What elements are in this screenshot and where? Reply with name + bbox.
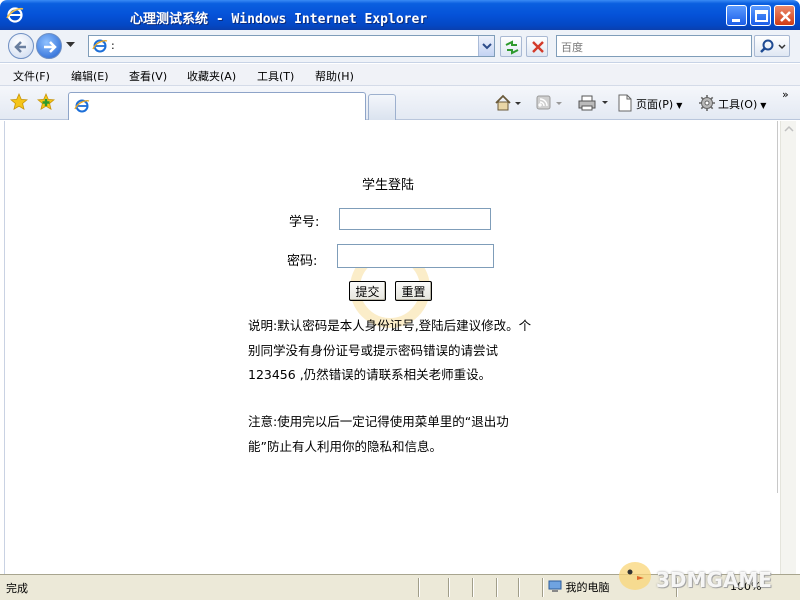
status-divider	[518, 578, 519, 597]
menu-file[interactable]: 文件(F)	[13, 68, 50, 84]
tab-command-bar: 页面(P) ▼ 工具(O) ▼ »	[0, 86, 800, 120]
maximize-button[interactable]	[750, 5, 771, 26]
tab-current[interactable]	[68, 92, 366, 120]
search-button[interactable]	[754, 35, 790, 57]
status-divider	[418, 578, 419, 597]
tools-menu-label: 工具(O)	[718, 98, 758, 111]
menu-edit[interactable]: 编辑(E)	[71, 68, 109, 84]
print-icon[interactable]	[578, 94, 610, 112]
student-id-label: 学号:	[289, 215, 320, 230]
maximize-icon	[755, 10, 768, 22]
arrow-left-icon	[14, 41, 26, 53]
title-bar: 心理测试系统 - Windows Internet Explorer	[0, 0, 800, 30]
status-text: 完成	[6, 582, 28, 595]
history-dropdown-icon[interactable]	[66, 42, 75, 48]
password-label: 密码:	[287, 254, 318, 269]
status-divider	[542, 578, 543, 597]
new-tab-button[interactable]	[368, 94, 396, 120]
menu-tools[interactable]: 工具(T)	[257, 68, 294, 84]
security-zone-label: 我的电脑	[565, 581, 610, 594]
home-icon[interactable]	[494, 94, 522, 112]
menu-bar: 文件(F) 编辑(E) 查看(V) 收藏夹(A) 工具(T) 帮助(H)	[0, 64, 800, 86]
reset-button[interactable]: 重置	[395, 281, 432, 301]
chevron-more-icon[interactable]: »	[782, 88, 789, 101]
scroll-up-icon[interactable]	[783, 125, 795, 133]
status-divider	[448, 578, 449, 597]
content-divider	[777, 121, 778, 493]
page-menu-button[interactable]: 页面(P) ▼	[636, 96, 682, 112]
page-ie-icon	[74, 99, 90, 113]
caret-down-icon: ▼	[760, 101, 767, 110]
back-button[interactable]	[8, 33, 34, 59]
menu-view[interactable]: 查看(V)	[129, 68, 167, 84]
security-zone[interactable]: 我的电脑	[548, 579, 610, 595]
forward-button[interactable]	[36, 33, 62, 59]
student-id-input[interactable]	[339, 208, 491, 230]
page-icon[interactable]	[616, 94, 634, 112]
page-ie-icon	[92, 39, 108, 53]
warning-text: 注意:使用完以后一定记得使用菜单里的“退出功能”防止有人利用你的隐私和信息。	[248, 414, 509, 454]
notice-text: 说明:默认密码是本人身份证号,登陆后建议修改。个别同学没有身份证号或提示密码错误…	[248, 318, 532, 382]
watermark-mascot-icon	[619, 562, 651, 590]
feeds-icon[interactable]	[536, 95, 564, 111]
window-title: 心理测试系统 - Windows Internet Explorer	[130, 12, 428, 27]
address-input[interactable]: :	[111, 39, 115, 52]
search-input[interactable]: 百度	[556, 35, 752, 57]
status-divider	[472, 578, 473, 597]
caret-down-icon: ▼	[676, 101, 683, 110]
chevron-down-icon	[482, 43, 492, 50]
search-icon	[760, 39, 786, 53]
page-menu-label: 页面(P)	[636, 98, 674, 111]
arrow-right-icon	[44, 41, 57, 53]
address-toolbar: : 百度	[0, 30, 800, 63]
submit-button[interactable]: 提交	[349, 281, 386, 301]
minimize-icon	[732, 19, 740, 22]
minimize-button[interactable]	[726, 5, 747, 26]
computer-icon	[548, 580, 562, 592]
menu-help[interactable]: 帮助(H)	[315, 68, 354, 84]
stop-icon	[532, 41, 544, 53]
stop-button[interactable]	[526, 36, 548, 57]
close-button[interactable]	[774, 5, 795, 26]
ie-logo-icon	[6, 7, 24, 23]
page-title: 学生登陆	[362, 178, 415, 193]
add-favorites-icon[interactable]	[37, 93, 55, 111]
status-divider	[496, 578, 497, 597]
menu-favorites[interactable]: 收藏夹(A)	[187, 68, 236, 84]
address-bar[interactable]: :	[88, 35, 495, 57]
refresh-icon	[505, 40, 519, 55]
favorites-star-icon[interactable]	[10, 93, 28, 111]
vertical-scrollbar[interactable]	[780, 121, 796, 574]
search-placeholder: 百度	[561, 41, 583, 54]
tools-menu-button[interactable]: 工具(O) ▼	[718, 96, 766, 112]
gear-icon[interactable]	[698, 94, 716, 112]
address-dropdown-button[interactable]	[478, 36, 494, 56]
refresh-button[interactable]	[500, 36, 522, 57]
close-icon	[780, 11, 791, 22]
password-input[interactable]	[337, 244, 494, 268]
watermark-logo: 3DMGAME	[656, 568, 772, 592]
